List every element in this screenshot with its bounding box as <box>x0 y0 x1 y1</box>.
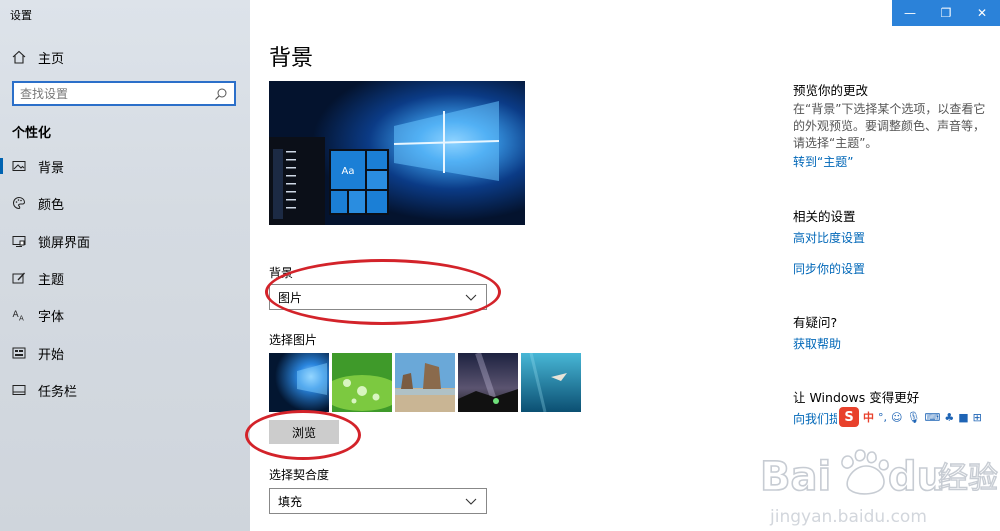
punctuation-indicator[interactable]: °, <box>878 411 887 424</box>
question-heading: 有疑问? <box>793 315 838 330</box>
svg-text:Bai: Bai <box>760 454 831 500</box>
microphone-icon[interactable]: 🎙 <box>906 411 920 424</box>
keyboard-icon[interactable]: ⌨ <box>924 411 940 424</box>
font-icon: AA <box>12 308 26 322</box>
sync-settings-link[interactable]: 同步你的设置 <box>793 260 865 277</box>
sidebar-item-taskbar[interactable]: 任务栏 <box>0 375 250 405</box>
search-icon[interactable] <box>214 87 228 101</box>
restore-button[interactable]: ❐ <box>928 0 964 26</box>
chevron-down-icon <box>464 494 478 508</box>
fit-label: 选择契合度 <box>269 468 330 482</box>
svg-text:A: A <box>19 315 24 323</box>
minimize-icon: — <box>904 6 916 20</box>
window-controls: — ❐ ✕ <box>892 0 1000 26</box>
skin-icon[interactable]: ♣ <box>944 411 954 424</box>
sidebar-item-background[interactable]: 背景 <box>0 151 250 181</box>
preview-description: 在“背景”下选择某个选项，以查看它的外观预览。要调整颜色、声音等，请选择“主题”… <box>793 102 986 150</box>
grid-icon[interactable]: ⊞ <box>973 411 982 424</box>
sidebar-item-label: 锁屏界面 <box>38 235 91 251</box>
picture-thumbnails <box>269 353 581 412</box>
improve-heading: 让 Windows 变得更好 <box>793 390 920 405</box>
thumbnail-underwater[interactable] <box>521 353 581 412</box>
sidebar-item-label: 任务栏 <box>38 384 78 400</box>
go-to-themes-link[interactable]: 转到“主题” <box>793 153 853 170</box>
sogou-logo-icon[interactable]: S <box>839 407 859 427</box>
sidebar: 设置 主页 个性化 背景 颜色 锁屏界面 主题 <box>0 0 250 531</box>
background-dropdown[interactable]: 图片 <box>269 284 487 310</box>
ime-mode-indicator[interactable]: 中 <box>863 409 874 425</box>
search-input[interactable] <box>20 86 214 101</box>
close-button[interactable]: ✕ <box>964 0 1000 26</box>
toolbox-icon[interactable]: ■ <box>958 411 968 424</box>
sidebar-item-lock-screen[interactable]: 锁屏界面 <box>0 226 250 256</box>
preview-heading: 预览你的更改 <box>793 83 869 98</box>
related-heading: 相关的设置 <box>793 209 856 224</box>
get-help-link[interactable]: 获取帮助 <box>793 335 841 352</box>
home-icon <box>12 50 26 64</box>
sidebar-item-theme[interactable]: 主题 <box>0 263 250 293</box>
background-dropdown-value: 图片 <box>278 290 303 305</box>
svg-text:经验: 经验 <box>938 461 998 496</box>
watermark-url: jingyan.baidu.com <box>769 507 927 527</box>
chevron-down-icon <box>464 290 478 304</box>
sidebar-item-font[interactable]: AA 字体 <box>0 300 250 330</box>
sidebar-item-color[interactable]: 颜色 <box>0 188 250 218</box>
palette-icon <box>12 196 26 210</box>
thumbnail-windows[interactable] <box>269 353 329 412</box>
thumbnail-leaf-drops[interactable] <box>332 353 392 412</box>
background-preview: Aa <box>269 81 525 225</box>
high-contrast-link[interactable]: 高对比度设置 <box>793 229 865 246</box>
lock-screen-icon <box>12 234 26 248</box>
page-title: 背景 <box>269 46 314 71</box>
sidebar-item-label: 开始 <box>38 347 65 363</box>
choose-picture-label: 选择图片 <box>269 333 318 347</box>
browse-button[interactable]: 浏览 <box>269 420 339 444</box>
section-label: 个性化 <box>12 126 52 141</box>
search-box[interactable] <box>12 81 236 106</box>
fit-dropdown-value: 填充 <box>278 494 303 509</box>
sidebar-item-label: 主页 <box>38 51 65 67</box>
picture-icon <box>12 159 26 173</box>
taskbar-icon <box>12 383 26 397</box>
svg-text:du: du <box>888 454 945 500</box>
sidebar-item-label: 背景 <box>38 160 65 176</box>
sidebar-item-start[interactable]: 开始 <box>0 338 250 368</box>
background-label: 背景 <box>269 266 294 280</box>
thumbnail-beach-rocks[interactable] <box>395 353 455 412</box>
fit-dropdown[interactable]: 填充 <box>269 488 487 514</box>
preview-tile-text: Aa <box>342 166 355 177</box>
minimize-button[interactable]: — <box>892 0 928 26</box>
emoji-icon[interactable]: ☺ <box>891 411 902 424</box>
sidebar-item-label: 字体 <box>38 309 65 325</box>
app-title: 设置 <box>10 9 32 22</box>
ime-toolbar: S 中 °, ☺ 🎙 ⌨ ♣ ■ ⊞ <box>837 406 984 428</box>
sidebar-item-label: 主题 <box>38 272 65 288</box>
theme-icon <box>12 271 26 285</box>
start-icon <box>12 346 26 360</box>
baidu-watermark: Bai du 经验 jingyan.baidu.com <box>760 449 999 527</box>
feedback-link[interactable]: 向我们提 <box>793 410 841 427</box>
thumbnail-night-sky[interactable] <box>458 353 518 412</box>
close-icon: ✕ <box>976 6 988 20</box>
restore-icon: ❐ <box>940 6 952 20</box>
sidebar-item-label: 颜色 <box>38 197 65 213</box>
sidebar-item-home[interactable]: 主页 <box>12 46 64 68</box>
